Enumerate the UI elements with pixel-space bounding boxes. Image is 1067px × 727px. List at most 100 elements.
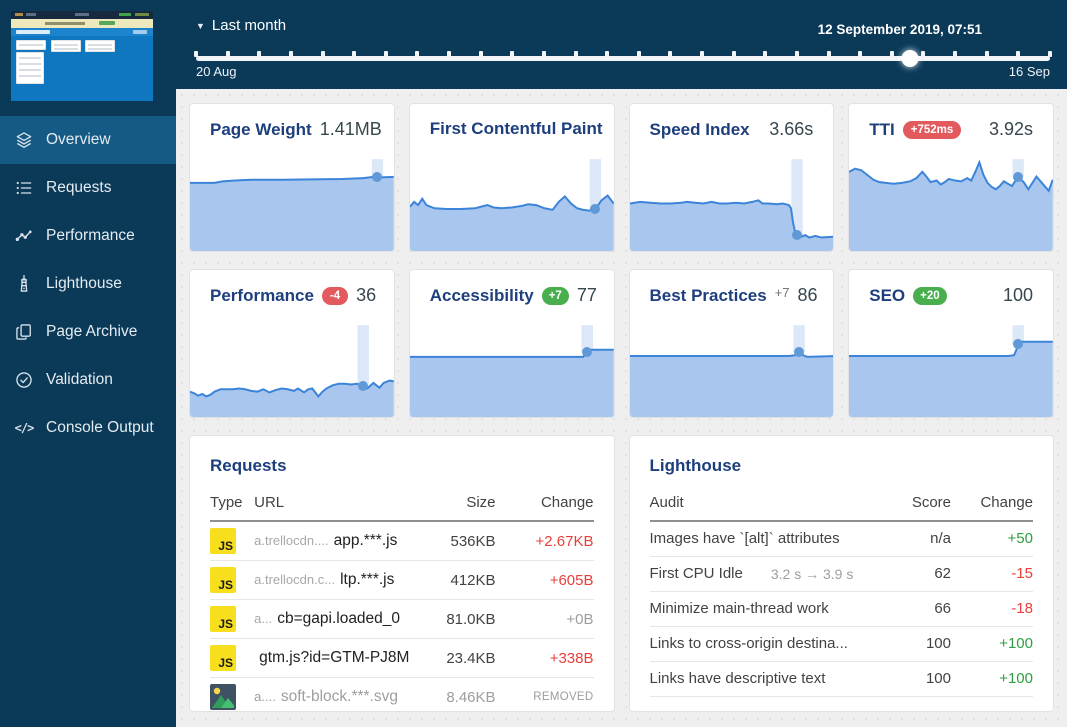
audit-name: Images have `[alt]` attributes (649, 530, 840, 548)
request-row[interactable]: JS gtm.js?id=GTM-PJ8M 23.4KB +338B (210, 638, 594, 678)
timeline-tick (510, 51, 515, 57)
sidebar-item-label: Performance (46, 227, 135, 244)
sidebar-item-label: Requests (46, 179, 112, 196)
thumb-list-card (85, 40, 115, 52)
request-row[interactable]: JS a.trellocdn.... app.***.js 536KB +2.67… (210, 521, 594, 561)
metric-title: Page Weight (210, 119, 312, 139)
request-url-prefix: a.... (254, 689, 276, 704)
sidebar-item-label: Console Output (46, 419, 154, 436)
request-change: +605B (495, 560, 594, 600)
sidebar-item-performance[interactable]: Performance (0, 212, 176, 260)
metric-title: Performance (210, 285, 314, 305)
metric-card-seo-score[interactable]: SEO +20 100 (848, 269, 1054, 418)
col-audit: Audit (649, 486, 879, 522)
sidebar-item-requests[interactable]: Requests (0, 164, 176, 212)
metric-badge: +7 (774, 285, 790, 300)
metric-value: 100 (1002, 285, 1033, 305)
audit-change: +100 (951, 626, 1033, 662)
metric-card-best-practices-score[interactable]: Best Practices +7 86 (628, 269, 835, 418)
current-point-marker (1013, 171, 1024, 182)
thumb-list-card (16, 40, 46, 50)
audit-change: -15 (951, 556, 1033, 592)
timeline-tick (541, 51, 546, 57)
sparkline-chart (629, 156, 834, 251)
current-point-marker (793, 347, 804, 358)
metric-card-speed-index[interactable]: Speed Index 3.66s (628, 103, 835, 252)
request-url-prefix: a.trellocdn.... (254, 533, 329, 548)
audit-row[interactable]: Links to cross-origin destina... 100 +10… (649, 626, 1033, 662)
request-url: ltp.***.js (340, 571, 395, 588)
timeline-labels: 20 Aug 16 Sep (196, 64, 1050, 79)
lighthouse-icon (13, 273, 35, 295)
audit-detail: 3.2 s → 3.9 s (770, 565, 854, 582)
range-dropdown-label: Last month (211, 17, 287, 34)
col-change: Change (951, 486, 1033, 522)
metric-value: 3.92s (988, 119, 1033, 139)
metric-badge: +752ms (902, 120, 962, 139)
main-content: Page Weight 1.41MB First Contentful Paint… (176, 89, 1067, 727)
requests-table-header: Type URL Size Change (210, 486, 594, 522)
range-dropdown[interactable]: ▼ Last month (196, 17, 286, 34)
requests-panel-title: Requests (210, 456, 287, 475)
layers-icon (13, 129, 35, 151)
requests-panel: Requests Type URL Size Change JS a.trell… (189, 435, 615, 712)
request-row[interactable]: JS a... cb=gapi.loaded_0 81.0KB +0B (210, 599, 594, 639)
time-range-bar: ▼ Last month 12 September 2019, 07:51 20… (176, 0, 1067, 89)
list-icon (13, 177, 35, 199)
sidebar-item-lighthouse[interactable]: Lighthouse (0, 260, 176, 308)
timeline-slider[interactable] (194, 49, 1052, 67)
metric-value: 86 (797, 285, 818, 305)
request-size: 8.46KB (409, 677, 496, 711)
audit-score: 66 (879, 591, 951, 627)
metric-card-performance-score[interactable]: Performance -4 36 (189, 269, 395, 418)
audit-row[interactable]: Images have `[alt]` attributes n/a +50 (649, 521, 1033, 557)
audit-row[interactable]: First CPU Idle 3.2 s → 3.9 s 62 -15 (649, 556, 1033, 592)
audit-change: -18 (951, 591, 1033, 627)
metric-card-accessibility-score[interactable]: Accessibility +7 77 (408, 269, 615, 418)
lighthouse-panel: Lighthouse Audit Score Change Images hav… (628, 435, 1054, 712)
col-score: Score (879, 486, 951, 522)
timeline-tick (731, 51, 736, 57)
col-url: URL (254, 486, 410, 522)
js-file-icon: JS (210, 606, 236, 632)
sidebar-item-page-archive[interactable]: Page Archive (0, 308, 176, 356)
chevron-down-icon: ▼ (196, 20, 205, 31)
audit-score: n/a (879, 521, 951, 557)
lighthouse-table: Audit Score Change Images have `[alt]` a… (649, 486, 1033, 697)
timeline-tick (636, 51, 641, 57)
timeline-tick (953, 51, 958, 57)
request-row[interactable]: JS a.trellocdn.c... ltp.***.js 412KB +605… (210, 560, 594, 600)
metric-title: Speed Index (649, 119, 750, 139)
timeline-tick (1048, 51, 1052, 57)
sparkline-chart (849, 156, 1053, 251)
js-file-icon: JS (210, 645, 236, 671)
sparkline-chart (409, 322, 614, 417)
metric-value: 1.41MB (319, 119, 382, 139)
audit-score: 100 (879, 661, 951, 697)
request-url: app.***.js (333, 532, 398, 549)
metric-card-tti[interactable]: TTI +752ms 3.92s (848, 103, 1054, 252)
timeline-tick (921, 51, 926, 57)
metric-card-first-contentful-paint[interactable]: First Contentful Paint (408, 103, 615, 252)
current-point-marker (791, 230, 802, 241)
timeline-tick (194, 51, 198, 57)
sparkline-chart (629, 322, 834, 417)
sidebar-item-overview[interactable]: Overview (0, 116, 176, 164)
page-screenshot-thumbnail[interactable] (11, 11, 153, 101)
dashboard-app: Overview Requests Performance Lighthouse (0, 0, 1067, 727)
audit-row[interactable]: Minimize main-thread work 66 -18 (649, 591, 1033, 627)
timeline-tick (288, 51, 293, 57)
audit-change: +100 (951, 661, 1033, 697)
sidebar-item-console-output[interactable]: </> Console Output (0, 404, 176, 452)
sidebar-item-validation[interactable]: Validation (0, 356, 176, 404)
js-file-icon: JS (210, 528, 236, 554)
timeline-tick (352, 51, 357, 57)
request-change: +338B (495, 638, 594, 678)
audit-row[interactable]: Links have descriptive text 100 +100 (649, 661, 1033, 697)
metric-badge: +20 (913, 286, 947, 305)
metric-card-page-weight[interactable]: Page Weight 1.41MB (189, 103, 395, 252)
request-row[interactable]: a.... soft-block.***.svg 8.46KB REMOVED (210, 677, 594, 711)
request-size: 536KB (409, 521, 496, 561)
code-icon: </> (14, 421, 35, 435)
timeline-tick (573, 51, 578, 57)
